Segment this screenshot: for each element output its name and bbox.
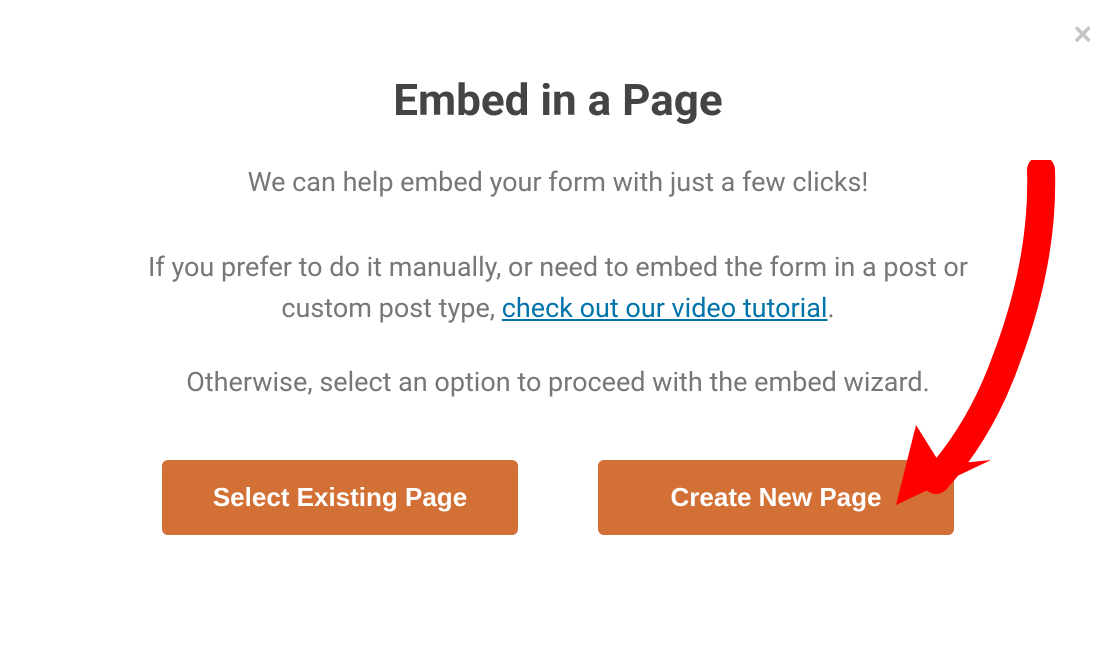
select-existing-page-button[interactable]: Select Existing Page [162, 460, 518, 535]
create-new-page-button[interactable]: Create New Page [598, 460, 954, 535]
modal-subtitle: We can help embed your form with just a … [90, 162, 1026, 203]
description-suffix: . [828, 292, 835, 324]
modal-title: Embed in a Page [90, 74, 1026, 126]
modal-description: If you prefer to do it manually, or need… [90, 247, 1026, 331]
button-row: Select Existing Page Create New Page [90, 460, 1026, 535]
modal-instruction: Otherwise, select an option to proceed w… [90, 362, 1026, 404]
embed-modal: × Embed in a Page We can help embed your… [0, 0, 1116, 663]
tutorial-link[interactable]: check out our video tutorial [502, 292, 828, 324]
close-button[interactable]: × [1069, 14, 1096, 54]
close-icon: × [1073, 16, 1092, 52]
